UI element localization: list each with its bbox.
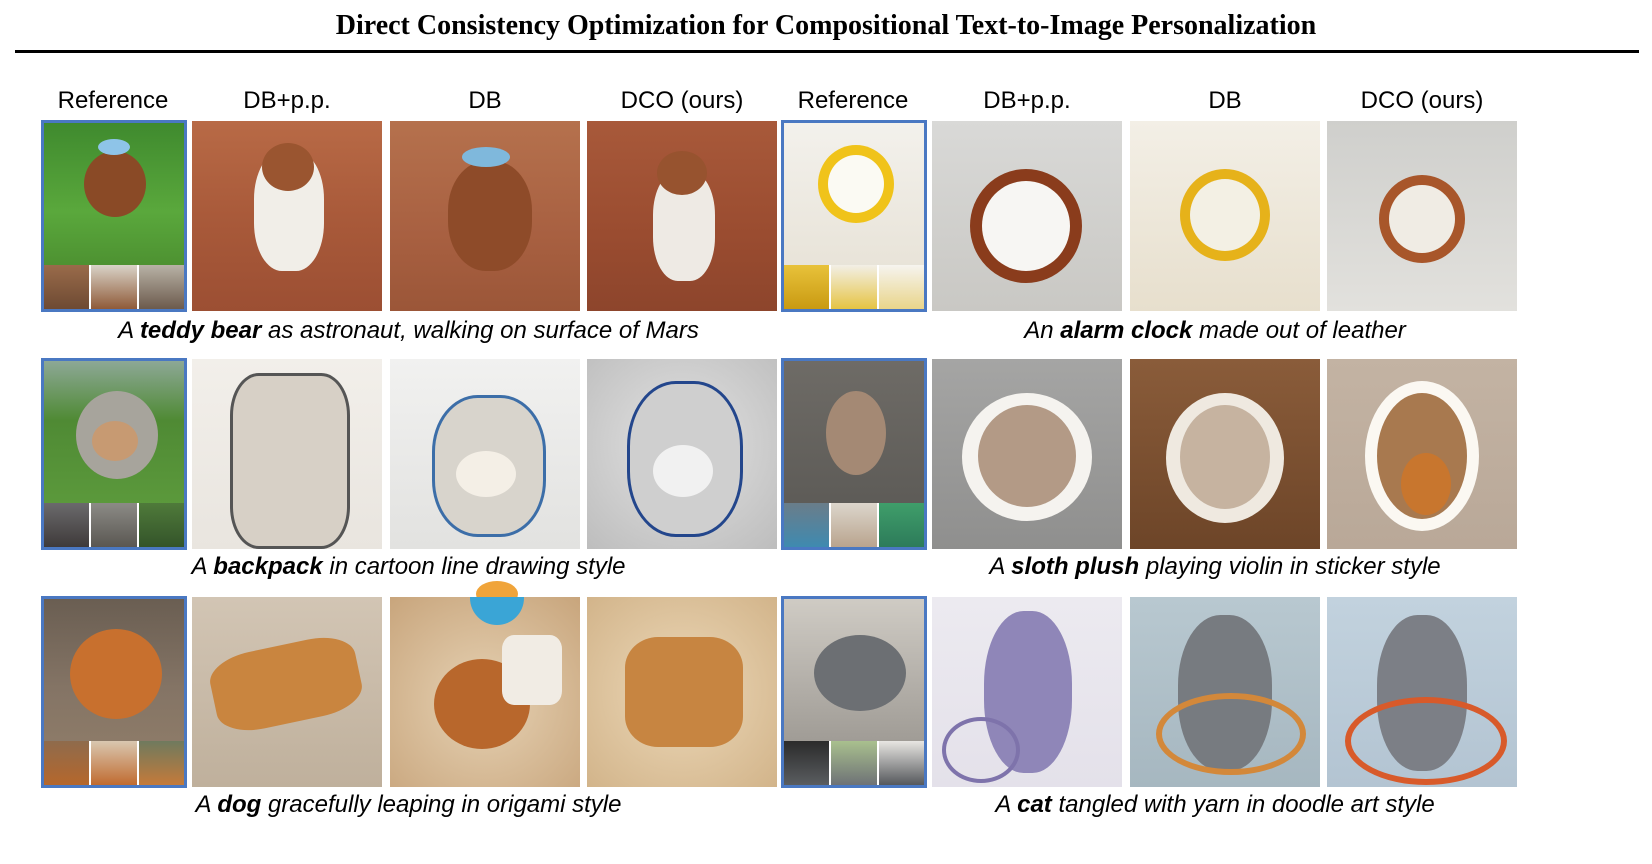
col-header-dco-right: DCO (ours) <box>1360 87 1484 114</box>
image-backpack-db <box>390 359 580 549</box>
image-alarm-clock-dco <box>1327 121 1517 311</box>
image-teddy-bear-dbpp <box>192 121 382 311</box>
col-header-reference-left: Reference <box>57 87 169 114</box>
reference-image-sloth-plush <box>781 358 927 550</box>
title-rule <box>15 50 1639 53</box>
image-backpack-dco <box>587 359 777 549</box>
image-alarm-clock-db <box>1130 121 1320 311</box>
image-cat-dbpp <box>932 597 1122 787</box>
reference-image-cat <box>781 596 927 788</box>
fruit-bowl-icon <box>470 581 524 625</box>
col-header-db-right: DB <box>1208 87 1242 114</box>
col-header-reference-right: Reference <box>797 87 909 114</box>
reference-image-teddy-bear <box>41 120 187 312</box>
image-alarm-clock-dbpp <box>932 121 1122 311</box>
image-sloth-plush-dbpp <box>932 359 1122 549</box>
image-sloth-plush-dco <box>1327 359 1517 549</box>
reference-image-backpack <box>41 358 187 550</box>
image-cat-db <box>1130 597 1320 787</box>
image-dog-dbpp <box>192 597 382 787</box>
col-header-dco-left: DCO (ours) <box>620 87 744 114</box>
col-header-dbpp-right: DB+p.p. <box>983 87 1071 114</box>
image-teddy-bear-db <box>390 121 580 311</box>
caption-backpack: A backpack in cartoon line drawing style <box>191 553 626 580</box>
image-sloth-plush-db <box>1130 359 1320 549</box>
caption-sloth-plush: A sloth plush playing violin in sticker … <box>989 553 1441 580</box>
col-header-dbpp-left: DB+p.p. <box>243 87 331 114</box>
col-header-db-left: DB <box>468 87 502 114</box>
image-dog-db <box>390 581 580 787</box>
caption-cat: A cat tangled with yarn in doodle art st… <box>995 791 1435 818</box>
image-dog-dco <box>587 597 777 787</box>
caption-teddy-bear: A teddy bear as astronaut, walking on su… <box>118 317 699 344</box>
reference-image-dog <box>41 596 187 788</box>
reference-image-alarm-clock <box>781 120 927 312</box>
caption-alarm-clock: An alarm clock made out of leather <box>1024 317 1406 344</box>
caption-dog: A dog gracefully leaping in origami styl… <box>195 791 622 818</box>
image-cat-dco <box>1327 597 1517 787</box>
image-backpack-dbpp <box>192 359 382 549</box>
image-teddy-bear-dco <box>587 121 777 311</box>
paper-title: Direct Consistency Optimization for Comp… <box>335 10 1317 41</box>
